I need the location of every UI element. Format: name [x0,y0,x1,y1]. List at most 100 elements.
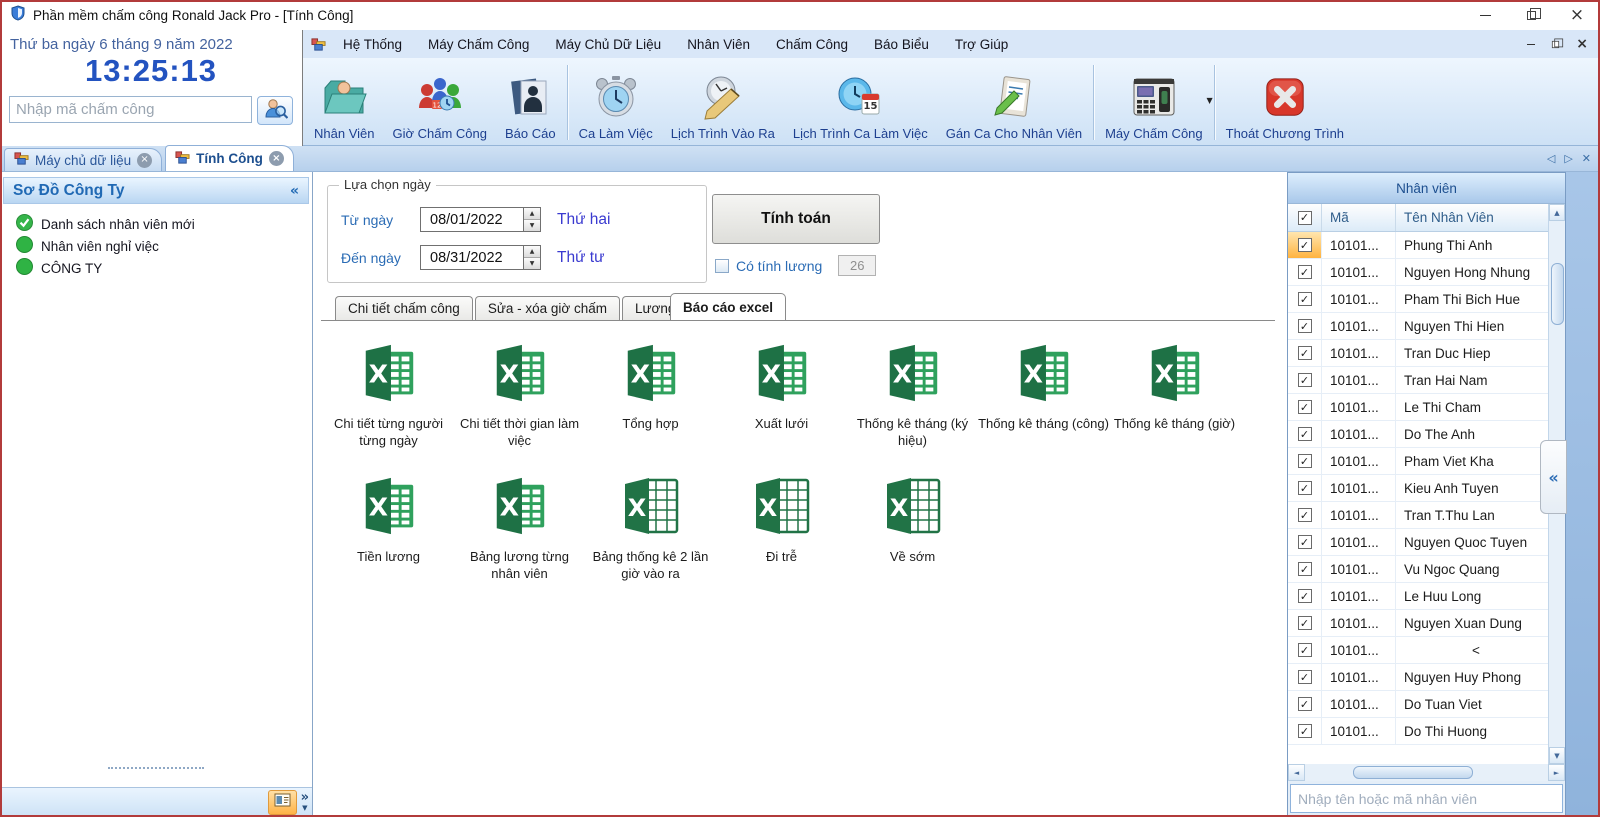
employee-row-1[interactable]: ✓10101...Nguyen Hong Nhung [1288,259,1548,286]
employee-checkbox-cell[interactable]: ✓ [1288,340,1322,366]
tab-close-icon[interactable]: × [269,151,284,166]
employee-checkbox[interactable]: ✓ [1298,589,1312,603]
employee-name-cell[interactable]: Nguyen Hong Nhung [1396,265,1548,280]
report-tab-1[interactable]: Sửa - xóa giờ chấm [475,296,620,320]
card-view-button[interactable] [268,790,297,815]
employee-code-cell[interactable]: 10101... [1322,610,1396,636]
menu-item-0[interactable]: Hệ Thống [330,37,415,52]
employee-row-2[interactable]: ✓10101...Pham Thi Bich Hue [1288,286,1548,313]
scroll-down-icon[interactable]: ▼ [1549,747,1565,764]
employee-checkbox-cell[interactable]: ✓ [1288,691,1322,717]
employee-name-cell[interactable]: Pham Thi Bich Hue [1396,292,1548,307]
employee-checkbox[interactable]: ✓ [1298,616,1312,630]
report-tab-2[interactable]: Lương [622,296,676,320]
menu-item-4[interactable]: Chấm Công [763,37,861,52]
employee-row-0[interactable]: ✓10101...Phung Thi Anh [1288,232,1548,259]
toolbar-button-8[interactable]: Thoát Chương Trình [1217,60,1353,145]
employee-row-10[interactable]: ✓10101...Tran T.Thu Lan [1288,502,1548,529]
employee-name-cell[interactable]: Nguyen Huy Phong [1396,670,1548,685]
spin-up-icon[interactable]: ▲ [524,208,540,220]
employee-name-cell[interactable]: Tran Hai Nam [1396,373,1548,388]
employee-checkbox-cell[interactable]: ✓ [1288,556,1322,582]
menu-item-6[interactable]: Trợ Giúp [942,37,1021,52]
employee-code-cell[interactable]: 10101... [1322,664,1396,690]
spin-down-icon[interactable]: ▼ [524,258,540,269]
excel-report-item-0-6[interactable]: XThống kê tháng (giờ) [1109,341,1240,450]
employee-code-cell[interactable]: 10101... [1322,340,1396,366]
tree-splitter-handle[interactable] [0,763,312,773]
employee-name-cell[interactable]: Kieu Anh Tuyen [1396,481,1548,496]
employee-checkbox[interactable]: ✓ [1298,562,1312,576]
excel-report-item-0-2[interactable]: XTổng hợp [585,341,716,450]
menu-item-2[interactable]: Máy Chủ Dữ Liệu [542,37,674,52]
employee-row-14[interactable]: ✓10101...Nguyen Xuan Dung [1288,610,1548,637]
org-tree-header[interactable]: Sơ Đồ Công Ty « [3,177,309,204]
restore-button[interactable] [1508,0,1554,30]
employee-code-cell[interactable]: 10101... [1322,691,1396,717]
tab-close-all-icon[interactable]: ✕ [1582,152,1591,165]
dropdown-arrow-icon[interactable]: ▼ [1206,96,1212,105]
tree-item-0[interactable]: Danh sách nhân viên mới [16,213,312,235]
calculate-button[interactable]: Tính toán [712,194,880,244]
employee-checkbox-cell[interactable]: ✓ [1288,664,1322,690]
employee-name-cell[interactable]: Tran T.Thu Lan [1396,508,1548,523]
employee-code-cell[interactable]: 10101... [1322,583,1396,609]
employee-checkbox[interactable]: ✓ [1298,400,1312,414]
excel-report-item-1-0[interactable]: XTiền lương [323,474,454,583]
toolbar-button-0[interactable]: Nhân Viên [305,60,383,145]
tab-scroll-right-icon[interactable]: ▷ [1564,152,1572,165]
employee-name-cell[interactable]: Tran Duc Hiep [1396,346,1548,361]
employee-checkbox[interactable]: ✓ [1298,427,1312,441]
employee-checkbox-cell[interactable]: ✓ [1288,583,1322,609]
collapse-tree-icon[interactable]: « [290,183,299,199]
employee-checkbox-cell[interactable]: ✓ [1288,232,1322,258]
employee-checkbox-cell[interactable]: ✓ [1288,637,1322,663]
employee-checkbox-cell[interactable]: ✓ [1288,718,1322,744]
toolbar-button-5[interactable]: 15Lịch Trình Ca Làm Việc [784,60,937,145]
to-date-input[interactable]: 08/31/2022 ▲ ▼ [420,245,541,270]
employee-name-cell[interactable]: Do Thi Huong [1396,724,1548,739]
employee-checkbox[interactable]: ✓ [1298,643,1312,657]
vertical-scroll-thumb[interactable] [1551,263,1564,325]
employee-checkbox-cell[interactable]: ✓ [1288,610,1322,636]
employee-code-cell[interactable]: 10101... [1322,718,1396,744]
employee-checkbox[interactable]: ✓ [1298,481,1312,495]
toolbar-button-3[interactable]: Ca Làm Việc [570,60,662,145]
report-tab-0[interactable]: Chi tiết chấm công [335,296,473,320]
select-all-cell[interactable]: ✓ [1288,204,1322,231]
employee-checkbox-cell[interactable]: ✓ [1288,475,1322,501]
name-column-header[interactable]: Tên Nhân Viên [1396,210,1548,225]
employee-row-5[interactable]: ✓10101...Tran Hai Nam [1288,367,1548,394]
employee-name-cell[interactable]: Vu Ngoc Quang [1396,562,1548,577]
tree-item-1[interactable]: Nhân viên nghỉ việc [16,235,312,257]
employee-checkbox[interactable]: ✓ [1298,319,1312,333]
employee-row-3[interactable]: ✓10101...Nguyen Thi Hien [1288,313,1548,340]
employee-code-cell[interactable]: 10101... [1322,259,1396,285]
employee-horizontal-scrollbar[interactable]: ◄ ► [1288,764,1565,781]
employee-checkbox-cell[interactable]: ✓ [1288,502,1322,528]
employee-name-cell[interactable]: Nguyen Quoc Tuyen [1396,535,1548,550]
attendance-code-input[interactable] [9,96,252,123]
employee-code-cell[interactable]: 10101... [1322,502,1396,528]
excel-report-item-0-5[interactable]: XThống kê tháng (công) [978,341,1109,450]
employee-row-13[interactable]: ✓10101...Le Huu Long [1288,583,1548,610]
tree-item-2[interactable]: CÔNG TY [16,257,312,279]
tab-scroll-left-icon[interactable]: ◁ [1547,152,1555,165]
excel-report-item-0-3[interactable]: XXuất lưới [716,341,847,450]
excel-report-item-1-3[interactable]: XĐi trễ [716,474,847,583]
tab-close-icon[interactable]: × [137,153,152,168]
employee-code-cell[interactable]: 10101... [1322,529,1396,555]
employee-row-9[interactable]: ✓10101...Kieu Anh Tuyen [1288,475,1548,502]
toolbar-button-1[interactable]: 12Giờ Chấm Công [383,60,496,145]
employee-checkbox-cell[interactable]: ✓ [1288,313,1322,339]
employee-row-15[interactable]: ✓ 10101...< [1288,637,1548,664]
employee-search-input[interactable] [1290,784,1563,813]
menu-item-3[interactable]: Nhân Viên [674,37,763,52]
excel-report-item-1-2[interactable]: XBảng thống kê 2 lần giờ vào ra [585,474,716,583]
employee-code-cell[interactable]: 10101... [1322,232,1396,258]
employee-name-cell[interactable]: < [1396,643,1548,658]
more-buttons-control[interactable]: » ▼ [301,793,309,813]
employee-code-cell[interactable]: 10101... [1322,637,1396,663]
menu-item-1[interactable]: Máy Chấm Công [415,37,542,52]
employee-row-12[interactable]: ✓10101...Vu Ngoc Quang [1288,556,1548,583]
